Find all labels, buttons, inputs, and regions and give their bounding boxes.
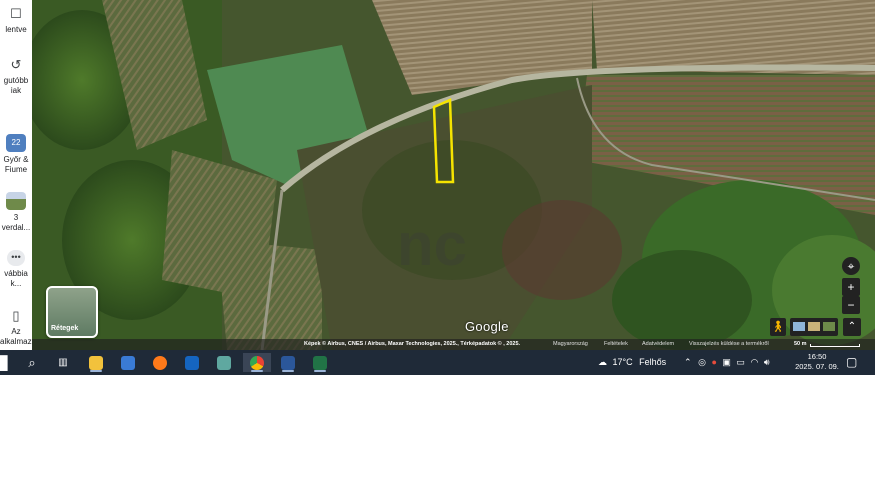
minus-icon: − [847,298,855,312]
taskbar-store[interactable] [117,353,139,372]
scale-label[interactable]: 50 m [794,339,807,350]
photo-thumb [6,192,26,210]
active-indicator [251,370,263,372]
sidebar-item-label: Győr & Fiume [3,155,29,174]
history-icon: ↺ [10,57,22,72]
calendar-thumb: 22 [6,134,26,152]
sidebar-item-gyor[interactable]: 22 Győr & Fiume [0,134,32,175]
wifi-icon: ◠ [750,357,759,367]
chrome-icon [250,356,264,370]
weather-widget[interactable]: ☁ 17°C Felhős [598,350,666,375]
satellite-thumb-icon [823,322,835,331]
notification-button[interactable]: ▢ [846,350,857,375]
chevron-up-icon: ⌃ [684,357,692,367]
taskbar-word[interactable] [277,353,299,372]
location-icon: ⌖ [847,259,855,273]
pegman-icon: 🚶︎ [771,321,785,333]
folder-icon [89,356,103,370]
outlook-icon [185,356,199,370]
my-location-button[interactable]: ⌖ [842,257,860,275]
sidebar-item-saved[interactable]: ☐ lentve [0,7,32,35]
notes-icon [217,356,231,370]
taskbar-chrome[interactable] [243,353,271,372]
clock-time: 16:50 [807,352,827,361]
taskbar-clock[interactable]: 16:50 2025. 07. 09. [795,352,839,372]
zoom-in-button[interactable]: + [842,278,860,296]
sidebar-item-more[interactable]: ••• vábbia k... [0,250,32,289]
scale-bar [810,344,860,347]
map-attribution-bar: Képek © Airbus, CNES / Airbus, Maxar Tec… [32,339,875,350]
screen: ☐ lentve ↺ gutóbb iak 22 Győr & Fiume 3 … [0,0,875,375]
firefox-icon [153,356,167,370]
windows-taskbar: █ ⌕ ▥ ☁ 17°C Felhős ⌃ ◎ ● ▣ ▭ ◠ 🔊︎ ▢ [0,350,875,375]
active-indicator [282,370,294,372]
word-icon [281,356,295,370]
zoom-out-button[interactable]: − [842,296,860,314]
notification-icon: ▢ [846,355,858,369]
bookmark-icon: ☐ [10,6,22,21]
antivirus-icon: ● [711,357,717,367]
taskbar-firefox[interactable] [149,353,171,372]
map-type-thumbnails[interactable] [790,318,838,336]
active-indicator [90,370,102,372]
taskbar-file-explorer[interactable] [85,353,107,372]
sidebar-item-app[interactable]: ▯ Az alkalmaz... [0,309,32,347]
footer-link-terms[interactable]: Feltételek [604,339,628,350]
satellite-imagery: nc [32,0,875,350]
plus-icon: + [847,280,855,294]
excel-icon [313,356,327,370]
map-thumb-icon [793,322,805,331]
weather-text: Felhős [639,357,667,367]
sidebar-item-label: Az alkalmaz... [0,327,32,346]
terrain-thumb-icon [808,322,820,331]
footer-link-country[interactable]: Magyarország [553,339,588,350]
volume-icon: 🔊︎ [763,357,770,367]
phone-icon: ▯ [12,308,20,323]
sidebar-item-label: gutóbb iak [3,76,29,95]
system-tray[interactable]: ⌃ ◎ ● ▣ ▭ ◠ 🔊︎ [684,350,770,375]
task-view-icon: ▥ [58,357,68,368]
street-view-pegman[interactable]: 🚶︎ [770,318,786,336]
start-button[interactable]: █ [0,353,10,372]
google-watermark: Google [465,319,509,334]
satellite-map[interactable]: nc Rétegek Google ⌖ + − 🚶︎ ⌃ Képek © Air… [32,0,875,350]
task-view-button[interactable]: ▥ [53,353,73,372]
taskbar-notes[interactable] [213,353,235,372]
svg-text:nc: nc [397,211,467,278]
layers-label: Rétegek [51,325,79,332]
meet-icon: ◎ [698,357,706,367]
display-icon: ▣ [722,357,731,367]
sidebar-item-label: vábbia k... [4,269,28,288]
cloud-icon: ☁ [598,357,607,367]
battery-icon: ▭ [736,357,745,367]
expand-button[interactable]: ⌃ [843,318,861,336]
search-button[interactable]: ⌕ [22,353,42,372]
footer-link-feedback[interactable]: Visszajelzés küldése a termékről [689,339,769,350]
sidebar-item-label: 3 verdal... [1,213,31,232]
search-icon: ⌕ [28,355,36,370]
chevron-up-icon: ⌃ [847,321,857,332]
imagery-attribution: Képek © Airbus, CNES / Airbus, Maxar Tec… [304,341,521,347]
sidebar-item-verdal[interactable]: 3 verdal... [0,192,32,233]
active-indicator [314,370,326,372]
layers-button[interactable]: Rétegek [46,286,98,338]
store-icon [121,356,135,370]
clock-date: 2025. 07. 09. [795,362,839,371]
taskbar-outlook[interactable] [181,353,203,372]
windows-logo-icon: █ [0,355,8,370]
more-icon: ••• [7,250,25,266]
footer-link-privacy[interactable]: Adatvédelem [642,339,674,350]
taskbar-excel[interactable] [309,353,331,372]
maps-sidebar: ☐ lentve ↺ gutóbb iak 22 Győr & Fiume 3 … [0,0,33,350]
sidebar-item-recent[interactable]: ↺ gutóbb iak [0,58,32,96]
weather-temp: 17°C [612,357,633,367]
sidebar-item-label: lentve [5,25,27,34]
